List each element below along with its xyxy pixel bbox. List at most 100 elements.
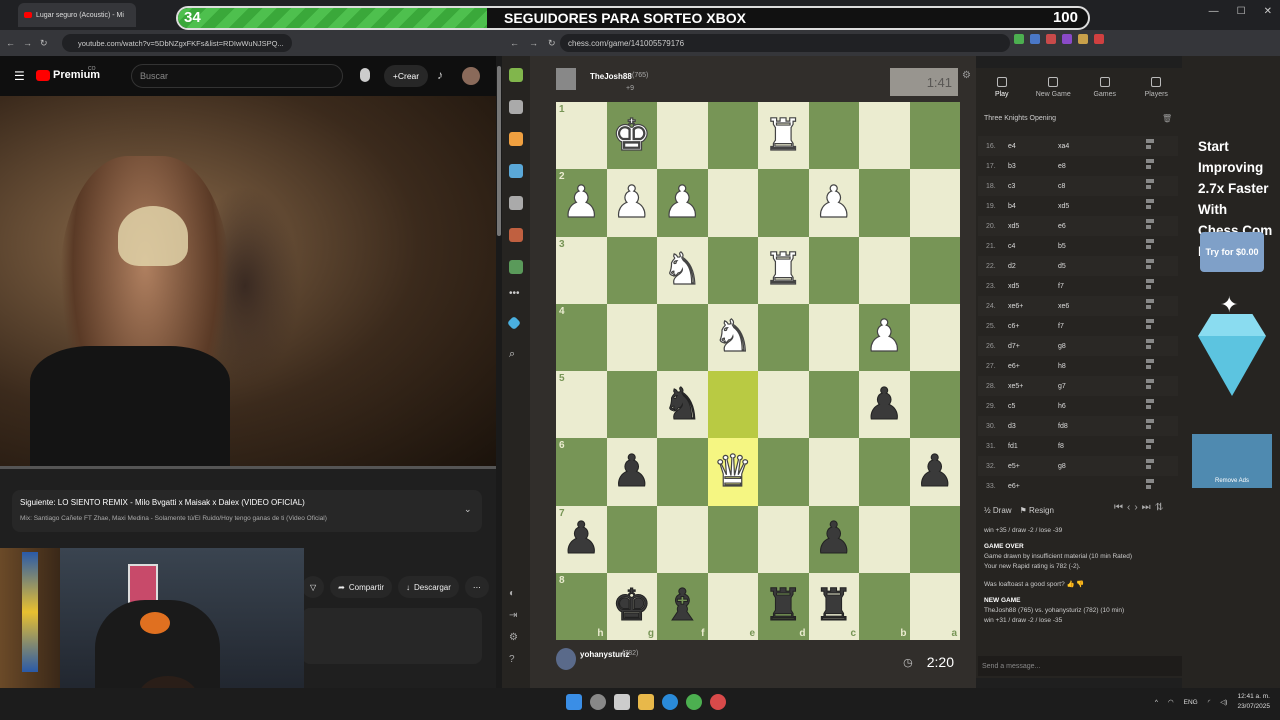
board-square[interactable]: ♟ <box>606 438 657 506</box>
explorer-icon[interactable] <box>638 694 654 710</box>
black-move[interactable]: fd8 <box>1058 423 1108 430</box>
white-move[interactable]: d7+ <box>1008 343 1058 350</box>
draw-button[interactable]: ½ Draw <box>984 506 1012 515</box>
white-move[interactable]: e4 <box>1008 143 1058 150</box>
top-player-avatar[interactable] <box>556 68 576 90</box>
board-square[interactable]: ♜ <box>758 102 809 170</box>
board-square[interactable] <box>606 303 657 371</box>
white-rook-piece[interactable]: ♜ <box>763 247 804 292</box>
chess-board[interactable]: 1 ♚ ♜ 2 ♟ ♟ ♟ ♟ 3 ♞ ♜ 4 ♞ ♟ 5 ♞ ♟ 6 ♟ ♛ ♟ 7 ♟ ♟ 8 h g ♚ f ♝ e d ♜ c ♜ b a <box>556 102 960 640</box>
board-square[interactable] <box>909 505 960 573</box>
maximize-icon[interactable]: ☐ <box>1237 6 1246 17</box>
black-move[interactable]: d5 <box>1058 263 1108 270</box>
mic-icon[interactable] <box>360 68 370 82</box>
board-square[interactable]: 6 <box>556 438 607 506</box>
extension-icon[interactable] <box>1046 34 1056 44</box>
theme-icon[interactable]: ◐ <box>509 588 523 602</box>
board-square[interactable]: b <box>859 572 910 640</box>
board-square[interactable] <box>657 303 708 371</box>
white-move[interactable]: e6+ <box>1008 483 1058 490</box>
black-move[interactable]: f8 <box>1058 443 1108 450</box>
white-pawn-piece[interactable]: ♟ <box>864 314 905 359</box>
white-move[interactable]: c4 <box>1008 243 1058 250</box>
black-bishop-piece[interactable]: ♝ <box>662 583 702 628</box>
back-icon[interactable]: ← <box>510 38 519 48</box>
board-square[interactable]: ♞ <box>657 371 708 439</box>
white-rook-piece[interactable]: ♜ <box>763 113 804 158</box>
white-move[interactable]: e6+ <box>1008 363 1058 370</box>
board-square[interactable]: 4 <box>556 303 607 371</box>
board-square[interactable] <box>859 505 910 573</box>
board-square[interactable] <box>758 438 809 506</box>
black-move[interactable]: f7 <box>1058 323 1108 330</box>
white-pawn-piece[interactable]: ♟ <box>611 180 652 225</box>
board-square[interactable] <box>909 303 960 371</box>
board-square[interactable] <box>606 371 657 439</box>
more-icon[interactable]: ••• <box>509 288 523 302</box>
board-square[interactable] <box>808 371 859 439</box>
search-icon[interactable] <box>590 694 606 710</box>
menu-icon[interactable]: ☰ <box>14 69 25 83</box>
board-square[interactable] <box>808 303 859 371</box>
board-square[interactable]: 3 <box>556 236 607 304</box>
black-move[interactable]: h6 <box>1058 403 1108 410</box>
try-button[interactable]: Try for $0.00 <box>1200 232 1264 272</box>
board-square[interactable] <box>859 236 910 304</box>
board-square[interactable]: 1 <box>556 102 607 170</box>
black-pawn-piece[interactable]: ♟ <box>864 382 904 427</box>
white-pawn-piece[interactable]: ♟ <box>813 180 854 225</box>
board-square[interactable]: ♟ <box>859 371 910 439</box>
black-move[interactable]: c8 <box>1058 183 1108 190</box>
white-king-piece[interactable]: ♚ <box>611 113 652 158</box>
thumbs-up-icon[interactable]: 👍 <box>1067 581 1075 588</box>
opening-name[interactable]: Three Knights Opening <box>984 115 1056 122</box>
board-square[interactable]: ♟ <box>657 169 708 237</box>
bottom-player-avatar[interactable] <box>556 648 576 670</box>
trash-icon[interactable]: 🗑 <box>1162 114 1172 123</box>
extension-icon[interactable] <box>1062 34 1072 44</box>
tab-games[interactable]: Games <box>1079 68 1131 106</box>
reload-icon[interactable]: ↻ <box>548 38 556 49</box>
board-square[interactable]: ♞ <box>707 303 758 371</box>
board-square[interactable] <box>758 303 809 371</box>
avatar[interactable] <box>462 67 480 85</box>
board-square[interactable] <box>707 505 758 573</box>
edge-icon[interactable] <box>662 694 678 710</box>
minimize-icon[interactable]: — <box>1209 6 1219 17</box>
more-button[interactable]: ⋯ <box>464 576 489 598</box>
extension-icon[interactable] <box>1078 34 1088 44</box>
close-icon[interactable]: ✕ <box>1264 6 1272 17</box>
board-square[interactable]: ♛ <box>707 438 758 506</box>
white-move[interactable]: e5+ <box>1008 463 1058 470</box>
board-square[interactable] <box>909 102 960 170</box>
move-navigation[interactable]: ⏮‹›⏭⇅ <box>1114 502 1168 513</box>
board-square[interactable]: a <box>909 572 960 640</box>
board-square[interactable] <box>758 169 809 237</box>
thumbs-down-icon[interactable]: 👎 <box>1076 581 1084 588</box>
learn-icon[interactable] <box>509 164 523 178</box>
remove-ads-button[interactable]: Remove Ads <box>1192 434 1272 488</box>
board-square[interactable]: d ♜ <box>758 572 809 640</box>
white-move[interactable]: d3 <box>1008 423 1058 430</box>
board-square[interactable]: ♟ <box>808 169 859 237</box>
black-move[interactable]: xd5 <box>1058 203 1108 210</box>
forward-icon[interactable]: → <box>529 38 538 48</box>
board-square[interactable] <box>808 102 859 170</box>
download-button[interactable]: ↓ Descargar <box>397 576 459 598</box>
board-square[interactable]: ♞ <box>657 236 708 304</box>
chrome-icon[interactable] <box>686 694 702 710</box>
board-square[interactable] <box>859 169 910 237</box>
board-square[interactable]: ♜ <box>758 236 809 304</box>
description-box[interactable] <box>302 608 482 664</box>
news-icon[interactable] <box>509 228 523 242</box>
white-queen-piece[interactable]: ♛ <box>712 449 753 494</box>
play-icon[interactable] <box>509 100 523 114</box>
volume-icon[interactable]: ◁) <box>1220 698 1227 706</box>
board-square[interactable] <box>657 102 708 170</box>
network-icon[interactable]: ◠ <box>1168 698 1174 706</box>
board-square[interactable]: c ♜ <box>808 572 859 640</box>
board-square[interactable] <box>606 236 657 304</box>
white-move[interactable]: xd5 <box>1008 283 1058 290</box>
board-square[interactable]: ♟ <box>808 505 859 573</box>
board-square[interactable]: e <box>707 572 758 640</box>
